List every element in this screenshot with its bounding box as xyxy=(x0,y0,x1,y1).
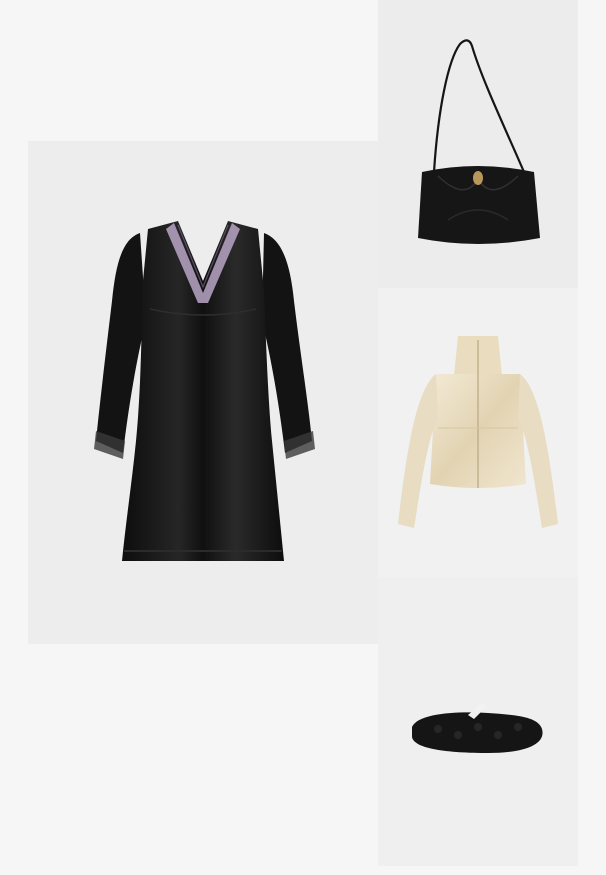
product-card-shoe[interactable] xyxy=(378,577,578,866)
product-card-dress[interactable] xyxy=(28,141,378,644)
shoe-image xyxy=(412,703,543,753)
product-card-jacket[interactable] xyxy=(378,288,578,577)
bag-clasp xyxy=(473,171,483,185)
dress-image xyxy=(94,221,315,561)
product-card-bag[interactable] xyxy=(378,0,578,288)
dress-body xyxy=(122,221,284,561)
bag-image xyxy=(418,39,540,244)
shoe-body xyxy=(412,712,543,753)
jacket-image xyxy=(398,336,558,528)
bag-strap xyxy=(432,39,526,173)
